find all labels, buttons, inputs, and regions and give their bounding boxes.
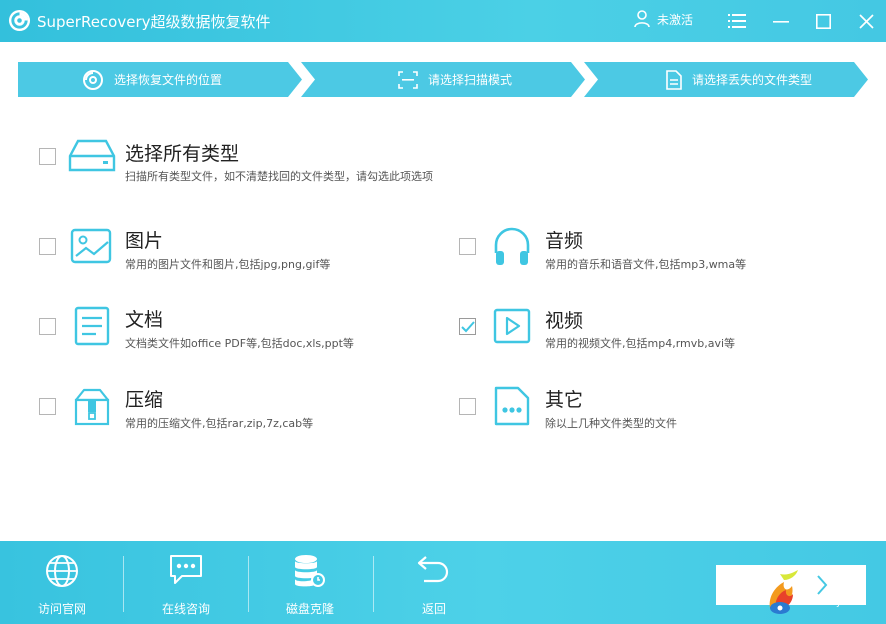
image-icon (70, 228, 112, 264)
images-title: 图片 (125, 230, 164, 252)
minimize-button[interactable] (769, 9, 793, 33)
archive-desc: 常用的压缩文件,包括rar,zip,7z,cab等 (125, 417, 314, 430)
documents-desc: 文档类文件如office PDF等,包括doc,xls,ppt等 (125, 337, 354, 350)
chat-icon (170, 555, 202, 584)
disc-icon (83, 69, 103, 90)
app-logo-icon (8, 9, 31, 32)
other-desc: 除以上几种文件类型的文件 (545, 417, 677, 430)
checkmark-icon (461, 321, 475, 333)
back-button[interactable]: 返回 (372, 541, 496, 624)
document-file-icon (74, 306, 110, 346)
visit-website-button[interactable]: 访问官网 (0, 541, 124, 624)
title-bar: SuperRecovery超级数据恢复软件 未激活 (0, 0, 886, 42)
step-indicator: 选择恢复文件的位置 请选择扫描模式 请选择丢失的文件类型 (18, 62, 868, 97)
minimize-icon (773, 21, 789, 23)
globe-icon (46, 555, 78, 587)
activation-label: 未激活 (657, 12, 694, 27)
drive-icon (68, 139, 116, 172)
menu-icon (728, 14, 746, 28)
all-types-checkbox[interactable] (39, 148, 56, 165)
images-checkbox[interactable] (39, 238, 56, 255)
archive-checkbox[interactable] (39, 398, 56, 415)
step-1-label: 选择恢复文件的位置 (114, 73, 223, 87)
all-types-desc: 扫描所有类型文件，如不清楚找回的文件类型，请勾选此项选项 (125, 170, 433, 183)
images-desc: 常用的图片文件和图片,包括jpg,png,gif等 (125, 258, 331, 271)
documents-title: 文档 (125, 309, 164, 331)
database-icon (295, 555, 325, 587)
more-file-icon (494, 386, 530, 426)
back-arrow-icon (417, 556, 449, 583)
menu-button[interactable] (725, 9, 749, 33)
close-icon (858, 13, 874, 29)
other-checkbox[interactable] (459, 398, 476, 415)
watermark-text: bbs.0xy.cn (806, 598, 854, 608)
other-title: 其它 (545, 389, 584, 411)
video-checkbox[interactable] (459, 318, 476, 335)
play-icon (493, 308, 531, 344)
user-icon (634, 10, 650, 28)
archive-icon (74, 388, 110, 426)
step-3-label: 请选择丢失的文件类型 (692, 73, 813, 87)
app-title: SuperRecovery超级数据恢复软件 (37, 13, 271, 31)
step-2-label: 请选择扫描模式 (428, 73, 513, 87)
close-button[interactable] (854, 9, 878, 33)
document-icon (666, 69, 682, 90)
chevron-right-icon (817, 575, 828, 595)
video-title: 视频 (545, 310, 584, 332)
all-types-title: 选择所有类型 (125, 143, 240, 165)
activation-status[interactable]: 未激活 (634, 10, 693, 28)
disk-clone-label: 磁盘克隆 (285, 602, 334, 616)
headphones-icon (494, 227, 530, 265)
step-2: 请选择扫描模式 (301, 62, 585, 97)
audio-desc: 常用的音乐和语音文件,包括mp3,wma等 (545, 258, 747, 271)
maximize-icon (815, 13, 831, 29)
disk-clone-button[interactable]: 磁盘克隆 (248, 541, 372, 624)
back-label: 返回 (421, 602, 446, 616)
archive-title: 压缩 (125, 389, 164, 411)
audio-checkbox[interactable] (459, 238, 476, 255)
step-1: 选择恢复文件的位置 (18, 62, 302, 97)
documents-checkbox[interactable] (39, 318, 56, 335)
online-consult-label: 在线咨询 (161, 602, 210, 616)
audio-title: 音频 (545, 230, 584, 252)
visit-website-label: 访问官网 (37, 602, 86, 616)
scan-icon (398, 70, 418, 89)
maximize-button[interactable] (811, 9, 835, 33)
video-desc: 常用的视频文件,包括mp4,rmvb,avi等 (545, 337, 736, 350)
watermark-logo (769, 570, 798, 614)
online-consult-button[interactable]: 在线咨询 (124, 541, 248, 624)
step-3: 请选择丢失的文件类型 (584, 62, 868, 97)
